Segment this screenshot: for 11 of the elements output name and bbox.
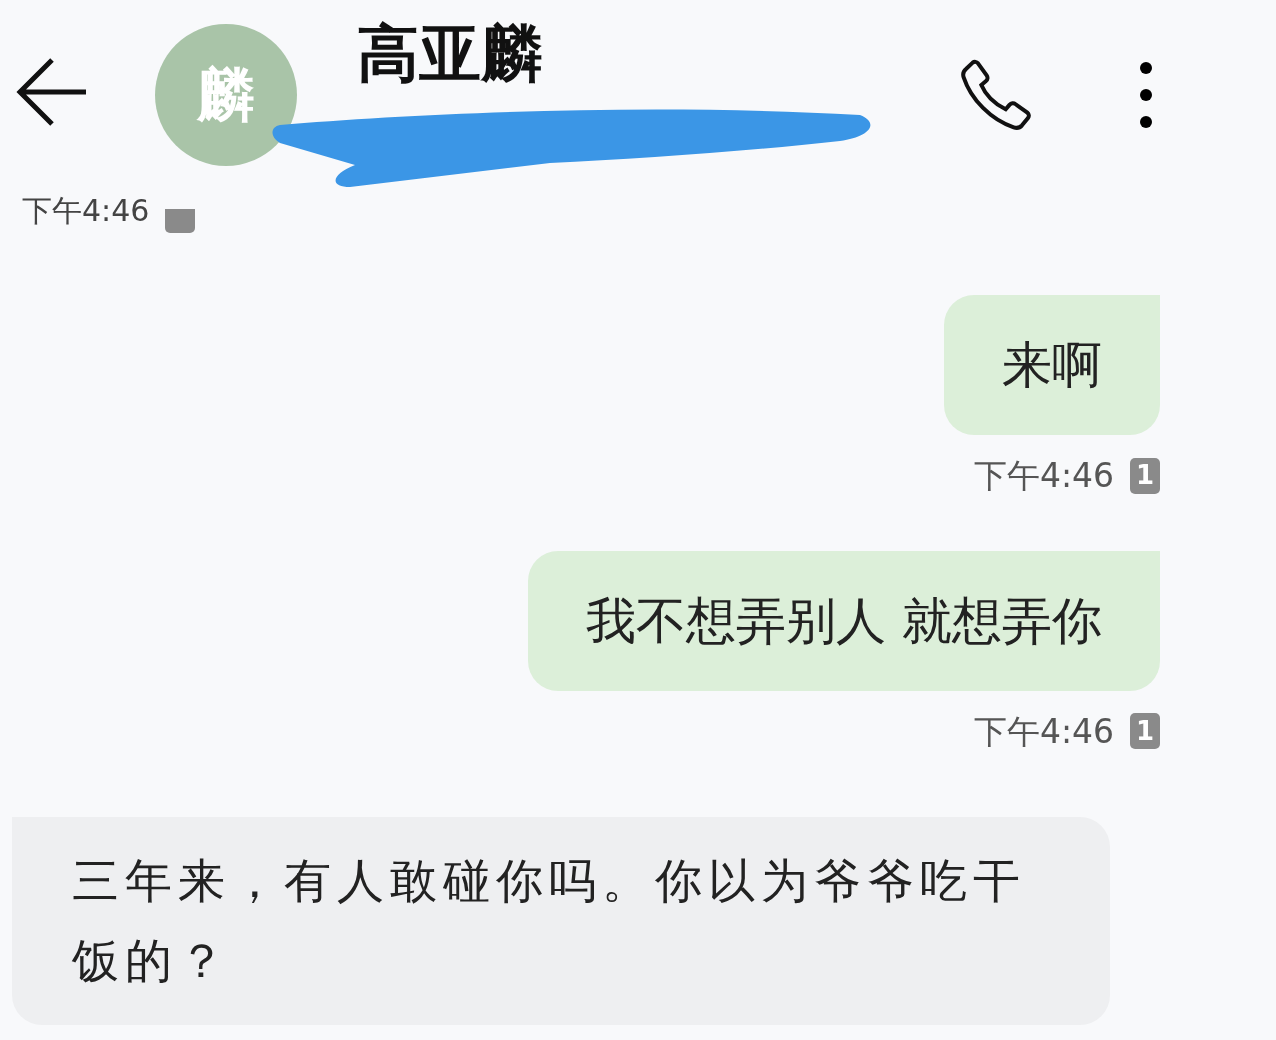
- sim-badge: 1: [1130, 457, 1160, 494]
- sim-icon: [165, 209, 196, 233]
- message-timestamp: 下午4:46: [973, 710, 1114, 753]
- message-timestamp: 下午4:46: [973, 455, 1114, 497]
- message-timestamp: 下午4:46: [22, 192, 150, 230]
- sim-badge: 1: [1130, 713, 1160, 750]
- contact-avatar: 麟: [155, 24, 297, 166]
- message-bubble: 三年来，有人敢碰你吗。你以为爷爷吃干饭的？: [12, 817, 1110, 1025]
- message-bubble: 来啊: [944, 295, 1160, 435]
- contact-name: 高亚麟: [357, 20, 543, 89]
- message-bubble: 我不想弄别人 就想弄你: [528, 550, 1160, 691]
